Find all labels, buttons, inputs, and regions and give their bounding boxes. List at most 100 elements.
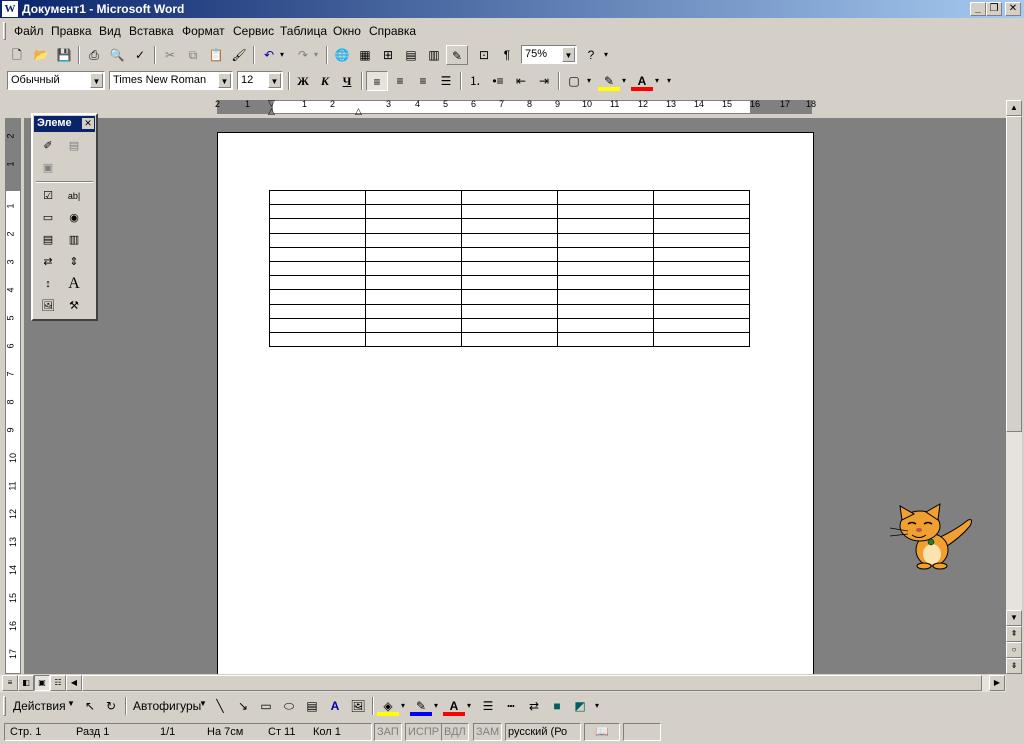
normal-view-icon[interactable]: ≡	[2, 675, 18, 691]
chevron-down-icon[interactable]: ▾	[464, 696, 474, 716]
show-hide-pilcrow-icon[interactable]: ¶	[496, 45, 518, 65]
outline-view-icon[interactable]: ☷	[50, 675, 66, 691]
shadow-icon[interactable]: ■	[546, 696, 568, 716]
table-cell[interactable]	[557, 246, 654, 262]
underline-button[interactable]: Ч	[336, 71, 358, 91]
undo-dropdown-icon[interactable]: ▾	[276, 45, 288, 65]
cut-scissors-icon[interactable]: ✂	[159, 45, 181, 65]
oval-icon[interactable]: ⬭	[278, 696, 300, 716]
scrollbar-icon[interactable]: ↕	[38, 275, 58, 293]
font-combo[interactable]: Times New Roman ▼	[109, 71, 233, 90]
new-document-icon[interactable]: 🗋	[6, 45, 28, 65]
table-cell[interactable]	[365, 331, 462, 348]
menu-edit[interactable]: Правка	[51, 24, 92, 38]
chevron-down-icon[interactable]: ▼	[67, 699, 75, 708]
table-cell[interactable]	[461, 246, 558, 262]
table-cell[interactable]	[557, 317, 654, 333]
document-map-icon[interactable]: ⊡	[473, 45, 495, 65]
table-cell[interactable]	[269, 218, 366, 234]
table-cell[interactable]	[653, 275, 750, 291]
insert-hyperlink-icon[interactable]: 🌐	[331, 45, 353, 65]
status-ovr[interactable]: ЗАМ	[473, 723, 503, 741]
table-cell[interactable]	[653, 189, 750, 206]
right-indent-marker[interactable]: △	[355, 106, 362, 117]
scroll-down-icon[interactable]: ▼	[1006, 610, 1022, 626]
document-table[interactable]	[269, 189, 750, 348]
hscroll-thumb[interactable]	[82, 675, 982, 691]
checkbox-icon[interactable]: ☑	[38, 187, 58, 205]
align-right-icon[interactable]: ≡	[412, 71, 434, 91]
design-mode-icon[interactable]: ✐	[38, 137, 58, 155]
table-cell[interactable]	[461, 289, 558, 305]
spin-button-icon[interactable]: ⇕	[64, 253, 84, 271]
fill-color-icon[interactable]: ◈	[377, 696, 399, 716]
table-cell[interactable]	[365, 317, 462, 333]
table-cell[interactable]	[365, 303, 462, 319]
style-combo[interactable]: Обычный ▼	[7, 71, 105, 90]
horizontal-scrollbar[interactable]: ≡ ◧ ▣ ☷ ◀ ▶	[0, 675, 1006, 692]
tables-borders-icon[interactable]: ▦	[354, 45, 376, 65]
table-cell[interactable]	[461, 189, 558, 206]
chevron-down-icon[interactable]: ▾	[431, 696, 441, 716]
minimize-button[interactable]: _	[970, 2, 986, 16]
justify-icon[interactable]: ☰	[435, 71, 457, 91]
zoom-combo[interactable]: 75% ▼	[521, 45, 577, 64]
table-cell[interactable]	[557, 232, 654, 248]
table-cell[interactable]	[461, 303, 558, 319]
table-cell[interactable]	[269, 289, 366, 305]
line-style-icon[interactable]: ☰	[477, 696, 499, 716]
table-cell[interactable]	[653, 218, 750, 234]
office-assistant-cat-icon[interactable]	[886, 500, 976, 570]
image-icon[interactable]: 🖼	[38, 297, 58, 315]
table-cell[interactable]	[653, 246, 750, 262]
line-icon[interactable]: ╲	[209, 696, 231, 716]
table-cell[interactable]	[653, 303, 750, 319]
italic-button[interactable]: К	[314, 71, 336, 91]
restore-button[interactable]: ❐	[986, 2, 1002, 16]
chevron-down-icon[interactable]: ▼	[199, 699, 207, 708]
close-button[interactable]: ✕	[1005, 2, 1021, 16]
open-folder-icon[interactable]: 📂	[30, 45, 52, 65]
bullets-icon[interactable]: •≡	[487, 71, 509, 91]
table-cell[interactable]	[365, 218, 462, 234]
table-cell[interactable]	[557, 275, 654, 291]
text-box-icon[interactable]: ▤	[301, 696, 323, 716]
menu-table[interactable]: Таблица	[280, 24, 327, 38]
dash-style-icon[interactable]: ┅	[500, 696, 522, 716]
table-cell[interactable]	[269, 246, 366, 262]
label-icon[interactable]: A	[64, 275, 84, 293]
vertical-scrollbar[interactable]: ▲ ▼ ⇞ ○ ⇟	[1006, 100, 1022, 674]
table-cell[interactable]	[365, 189, 462, 206]
copy-icon[interactable]: ⧉	[182, 45, 204, 65]
menu-tools[interactable]: Сервис	[233, 24, 274, 38]
textbox-icon[interactable]: ab|	[64, 187, 84, 205]
table-cell[interactable]	[557, 189, 654, 206]
increase-indent-icon[interactable]: ⇥	[533, 71, 555, 91]
table-cell[interactable]	[557, 218, 654, 234]
toolbar-grip[interactable]	[3, 696, 6, 716]
menu-help[interactable]: Справка	[369, 24, 416, 38]
actions-menu[interactable]: Действия	[13, 699, 66, 713]
select-pointer-icon[interactable]: ↖	[79, 696, 101, 716]
status-trk[interactable]: ИСПР	[405, 723, 443, 741]
numbering-icon[interactable]: ⒈	[464, 71, 486, 91]
table-cell[interactable]	[557, 204, 654, 220]
combobox-icon[interactable]: ▥	[64, 231, 84, 249]
menu-insert[interactable]: Вставка	[129, 24, 174, 38]
3d-icon[interactable]: ◩	[569, 696, 591, 716]
table-cell[interactable]	[269, 232, 366, 248]
line-color-icon[interactable]: ✎	[410, 696, 432, 716]
toolbox-close-icon[interactable]: ✕	[82, 118, 94, 129]
table-cell[interactable]	[557, 303, 654, 319]
bold-button[interactable]: Ж	[292, 71, 314, 91]
format-painter-icon[interactable]: 🖌	[228, 45, 250, 65]
borders-icon[interactable]: ▢	[563, 71, 585, 91]
table-cell[interactable]	[365, 246, 462, 262]
clipart-icon[interactable]: 🖼	[347, 696, 369, 716]
insert-excel-icon[interactable]: ▤	[400, 45, 422, 65]
chevron-down-icon[interactable]: ▼	[562, 47, 575, 62]
table-cell[interactable]	[557, 260, 654, 277]
office-assistant-help-icon[interactable]: ?	[580, 45, 602, 65]
scroll-right-icon[interactable]: ▶	[989, 675, 1005, 691]
status-rec[interactable]: ЗАП	[374, 723, 402, 741]
